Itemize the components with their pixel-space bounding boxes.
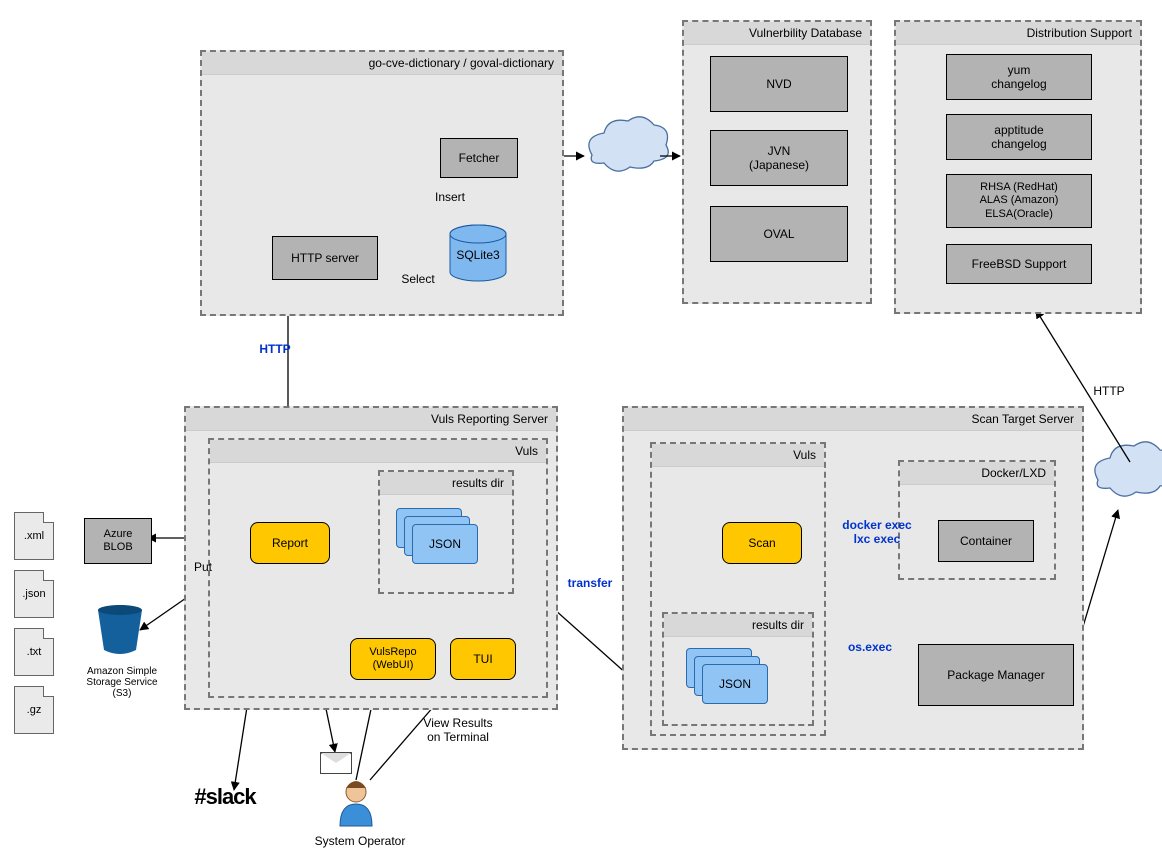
group-dict-title: go-cve-dictionary / goval-dictionary xyxy=(202,52,562,75)
json-label: JSON xyxy=(719,677,751,691)
group-vulndb-title: Vulnerbility Database xyxy=(684,22,870,45)
put-label: Put xyxy=(188,560,218,574)
system-operator-icon xyxy=(328,776,384,832)
file-txt: .txt xyxy=(14,628,54,676)
http-label: HTTP xyxy=(250,342,300,356)
json-label: JSON xyxy=(429,537,461,551)
mail-icon xyxy=(320,752,352,774)
group-resultsdir-rep-title: results dir xyxy=(380,472,512,495)
s3-label: Amazon Simple Storage Service (S3) xyxy=(72,666,172,699)
http-server-node: HTTP server xyxy=(272,236,378,280)
nvd-node: NVD xyxy=(710,56,848,112)
container-node: Container xyxy=(938,520,1034,562)
pkgmgr-node: Package Manager xyxy=(918,644,1074,706)
file-json: .json xyxy=(14,570,54,618)
json-card: JSON xyxy=(412,524,478,564)
transfer-label: transfer xyxy=(560,576,620,590)
rhsa-node: RHSA (RedHat) ALAS (Amazon) ELSA(Oracle) xyxy=(946,174,1092,228)
report-node: Report xyxy=(250,522,330,564)
file-gz: .gz xyxy=(14,686,54,734)
fetcher-node: Fetcher xyxy=(440,138,518,178)
json-card: JSON xyxy=(702,664,768,704)
group-scantarget-title: Scan Target Server xyxy=(624,408,1082,431)
scan-node: Scan xyxy=(722,522,802,564)
vulsrepo-node: VulsRepo (WebUI) xyxy=(350,638,436,680)
http-right-label: HTTP xyxy=(1084,384,1134,398)
tui-node: TUI xyxy=(450,638,516,680)
viewresults-label: View Results on Terminal xyxy=(408,716,508,744)
insert-label: Insert xyxy=(430,190,470,204)
yum-node: yum changelog xyxy=(946,54,1092,100)
sqlite-label: SQLite3 xyxy=(452,248,504,262)
sysop-label: System Operator xyxy=(300,834,420,848)
group-dockerlxd-title: Docker/LXD xyxy=(900,462,1054,485)
cloud-icon xyxy=(589,117,668,171)
cloud-icon xyxy=(1095,442,1162,496)
file-xml: .xml xyxy=(14,512,54,560)
group-distsupport-title: Distribution Support xyxy=(896,22,1140,45)
group-resultsdir-scan-title: results dir xyxy=(664,614,812,637)
osexec-label: os.exec xyxy=(840,640,900,654)
jvn-node: JVN (Japanese) xyxy=(710,130,848,186)
group-reporting-title: Vuls Reporting Server xyxy=(186,408,556,431)
slack-label: #slack xyxy=(180,784,270,810)
group-vuls-rep-title: Vuls xyxy=(210,440,546,463)
apptitude-node: apptitude changelog xyxy=(946,114,1092,160)
dockerexec-label: docker exec lxc exec xyxy=(832,518,922,546)
azure-node: Azure BLOB xyxy=(84,518,152,564)
oval-node: OVAL xyxy=(710,206,848,262)
select-label: Select xyxy=(396,272,440,286)
s3-bucket-icon xyxy=(90,602,150,662)
group-vuls-scan-title: Vuls xyxy=(652,444,824,467)
freebsd-node: FreeBSD Support xyxy=(946,244,1092,284)
